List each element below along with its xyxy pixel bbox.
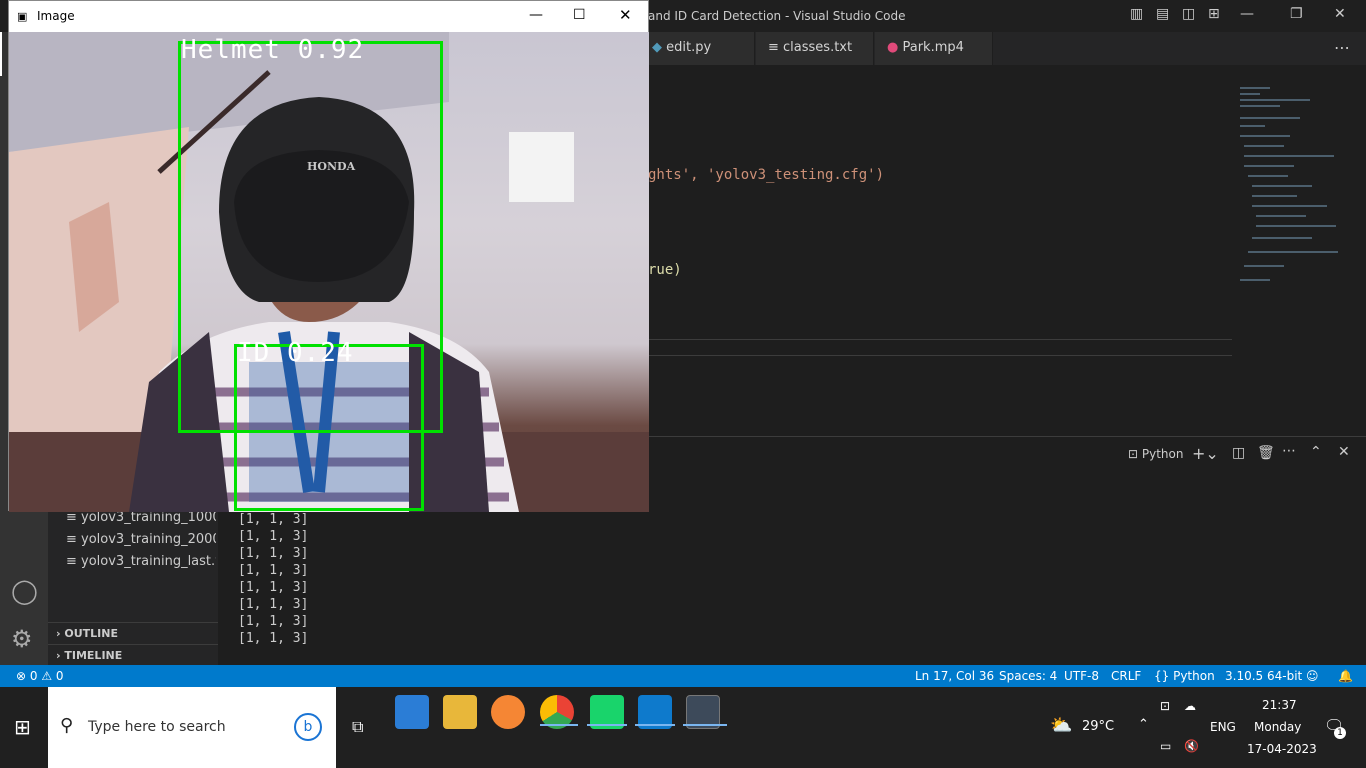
windows-taskbar: ⊞ ⚲ Type here to search b ⧉ ⛅ 29°C ⌃ ⊡ ☁… <box>0 687 1366 768</box>
more-actions-icon[interactable]: ⋯ <box>1334 38 1350 57</box>
video-file-icon: ● <box>887 40 903 55</box>
app-icon: ▣ <box>17 10 28 23</box>
divider <box>648 339 1232 340</box>
minimap[interactable] <box>1232 65 1352 295</box>
search-icon: ⚲ <box>60 715 74 736</box>
bell-icon[interactable]: 🔔 <box>1338 669 1353 683</box>
active-indicator <box>0 32 2 76</box>
running-indicator <box>635 724 675 726</box>
restore-icon[interactable]: ❐ <box>1290 6 1303 22</box>
brave-browser-icon[interactable] <box>491 695 525 729</box>
outline-section[interactable]: › OUTLINE <box>48 622 218 644</box>
timeline-section[interactable]: › TIMELINE <box>48 644 218 666</box>
onedrive-icon[interactable]: ☁ <box>1184 699 1196 713</box>
status-bar: ⊗ 0 ⚠ 0 Ln 17, Col 36 Spaces: 4 UTF-8 CR… <box>0 665 1366 687</box>
notification-count: 1 <box>1334 727 1346 739</box>
cursor-position[interactable]: Ln 17, Col 36 <box>915 669 994 683</box>
task-view-icon[interactable]: ⧉ <box>352 717 363 737</box>
weather-icon[interactable]: ⛅ <box>1050 715 1072 736</box>
language-indicator[interactable]: ENG <box>1210 720 1236 734</box>
terminal-line: [1, 1, 3] <box>238 614 309 629</box>
minimize-icon[interactable]: — <box>529 7 543 23</box>
problems-indicator[interactable]: ⊗ 0 ⚠ 0 <box>16 669 64 683</box>
code-line: rue) <box>648 262 682 278</box>
panel-toggle-icon[interactable]: ▤ <box>1156 6 1169 22</box>
running-indicator <box>683 724 727 726</box>
image-window-titlebar[interactable]: ▣ Image — ☐ ✕ <box>9 1 648 32</box>
id-card-bounding-box <box>234 344 424 511</box>
close-panel-icon[interactable]: ✕ <box>1338 444 1350 460</box>
terminal-shell-selector[interactable]: ⊡ Python <box>1128 447 1183 461</box>
encoding[interactable]: UTF-8 <box>1064 669 1099 683</box>
code-line: ghts', 'yolov3_testing.cfg') <box>648 167 885 183</box>
search-box[interactable]: ⚲ Type here to search b <box>48 687 336 768</box>
volume-muted-icon[interactable]: 🔇 <box>1184 739 1199 753</box>
image-window[interactable]: ▣ Image — ☐ ✕ HONDA Helmet 0.92 ID 0.24 <box>8 0 649 512</box>
terminal-line: [1, 1, 3] <box>238 546 309 561</box>
terminal-line: [1, 1, 3] <box>238 597 309 612</box>
tab-edit-py[interactable]: ◆ edit.py <box>640 32 755 65</box>
text-file-icon: ≡ <box>768 40 784 55</box>
tab-classes-txt[interactable]: ≡ classes.txt <box>756 32 874 65</box>
weather-temp[interactable]: 29°C <box>1082 719 1114 734</box>
mail-icon[interactable] <box>395 695 429 729</box>
close-icon[interactable]: ✕ <box>619 6 632 24</box>
camera-frame: HONDA Helmet 0.92 ID 0.24 <box>9 32 649 512</box>
indentation[interactable]: Spaces: 4 <box>999 669 1057 683</box>
interpreter[interactable]: 3.10.5 64-bit <box>1225 669 1302 683</box>
battery-icon[interactable]: ▭ <box>1160 739 1171 753</box>
running-indicator <box>540 724 578 726</box>
line-endings[interactable]: CRLF <box>1111 669 1141 683</box>
more-icon[interactable]: ⋯ <box>1282 443 1296 459</box>
split-terminal-icon[interactable]: ◫ <box>1232 445 1245 461</box>
helmet-detection-label: Helmet 0.92 <box>181 35 365 65</box>
vscode-window-title: and ID Card Detection - Visual Studio Co… <box>648 9 906 23</box>
file-explorer-icon[interactable] <box>443 695 477 729</box>
settings-gear-icon[interactable]: ⚙ <box>11 625 33 653</box>
secondary-sidebar-icon[interactable]: ◫ <box>1182 6 1195 22</box>
search-placeholder: Type here to search <box>88 719 226 735</box>
windows-start-icon[interactable]: ⊞ <box>14 715 31 739</box>
file-item[interactable]: ≡ yolov3_training_last.w... <box>66 554 216 569</box>
file-item[interactable]: ≡ yolov3_training_2000.... <box>66 532 216 547</box>
feedback-icon[interactable]: ☺ <box>1306 669 1319 683</box>
terminal-line: [1, 1, 3] <box>238 512 309 527</box>
terminal-line: [1, 1, 3] <box>238 580 309 595</box>
terminal-line: [1, 1, 3] <box>238 631 309 646</box>
image-window-title: Image <box>37 9 75 23</box>
tray-chevron-icon[interactable]: ⌃ <box>1138 717 1149 732</box>
language-mode[interactable]: {} Python <box>1154 669 1215 683</box>
clock-time[interactable]: 21:37 <box>1262 698 1297 712</box>
terminal-line: [1, 1, 3] <box>238 529 309 544</box>
bing-icon[interactable]: b <box>294 713 322 741</box>
maximize-panel-icon[interactable]: ⌃ <box>1310 444 1322 460</box>
tab-park-mp4[interactable]: ● Park.mp4 <box>875 32 993 65</box>
meet-icon[interactable]: ⊡ <box>1160 699 1170 713</box>
maximize-icon[interactable]: ☐ <box>573 7 586 23</box>
layout-toggle-icon[interactable]: ▥ <box>1130 6 1143 22</box>
trash-icon[interactable]: 🗑 <box>1257 445 1275 461</box>
file-item[interactable]: ≡ yolov3_training_1000.... <box>66 510 216 525</box>
clock-date[interactable]: 17-04-2023 <box>1247 742 1317 756</box>
terminal-line: [1, 1, 3] <box>238 563 309 578</box>
new-terminal-icon[interactable]: +⌄ <box>1192 444 1219 463</box>
account-icon[interactable]: ◯ <box>11 577 38 605</box>
divider <box>648 355 1232 356</box>
customize-layout-icon[interactable]: ⊞ <box>1208 6 1220 22</box>
minimize-icon[interactable]: — <box>1240 6 1254 22</box>
clock-day[interactable]: Monday <box>1254 720 1301 734</box>
id-detection-label: ID 0.24 <box>237 338 354 368</box>
close-icon[interactable]: ✕ <box>1334 6 1346 22</box>
python-file-icon: ◆ <box>652 40 667 55</box>
running-indicator <box>587 724 627 726</box>
